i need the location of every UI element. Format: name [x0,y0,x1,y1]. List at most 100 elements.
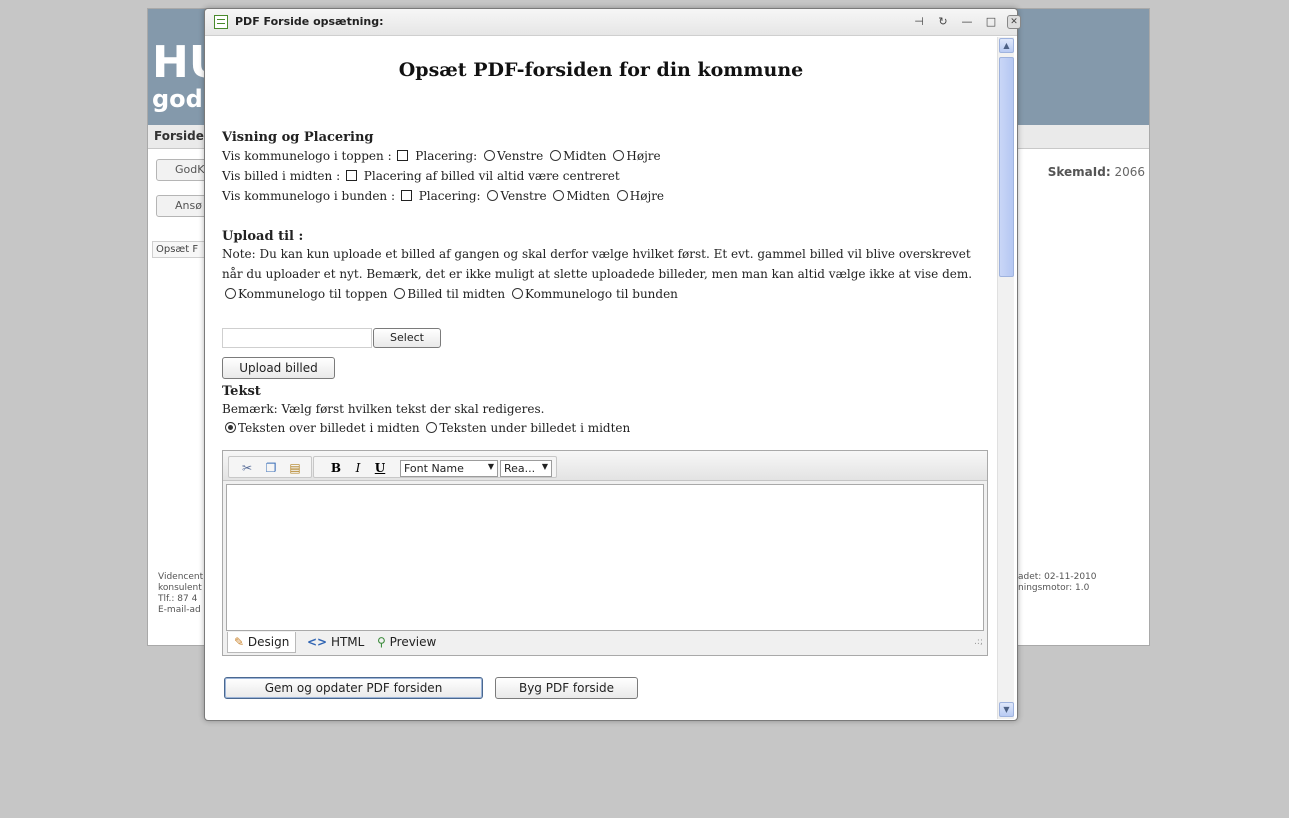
page-heading: Opsæt PDF-forsiden for din kommune [398,59,804,81]
background-link-opsaet[interactable]: Opsæt F [152,241,212,258]
row-logo-bottom-label: Vis kommunelogo i bunden : [222,189,396,203]
tab-preview-label: Preview [389,635,437,649]
toolbar-group-format: B I U Font Name ▼ Rea... ▼ [313,456,557,478]
upload-image-button[interactable]: Upload billed [222,357,335,379]
radio-bottom-center[interactable] [553,190,565,201]
text-target-options: Teksten over billedet i midten Teksten u… [222,421,630,435]
build-pdf-button[interactable]: Byg PDF forside [495,677,638,699]
footer-right-line: adet: 02-11-2010 [1018,572,1097,582]
nav-item-forside[interactable]: Forside [154,129,204,143]
radio-upload-logo-top[interactable] [225,288,236,299]
scroll-down-icon[interactable]: ▼ [999,702,1014,717]
radio-label: Midten [563,149,607,163]
vertical-scrollbar[interactable]: ▲ ▼ [997,37,1014,719]
footer-left-line: Videncent [158,572,204,582]
radio-text-below-image[interactable] [426,422,438,433]
row-image-middle-note: Placering af billed vil altid være centr… [363,169,620,183]
radio-bottom-left[interactable] [487,190,499,201]
maximize-icon[interactable]: □ [983,14,999,30]
code-icon: <> [307,635,328,649]
rich-text-editor: ✂ ❐ ▤ B I U Font Name ▼ Rea... ▼ ✎ Desig… [222,450,988,656]
radio-label: Teksten over billedet i midten [238,421,420,435]
skema-id: SkemaId: 2066 [1048,165,1145,179]
radio-top-left[interactable] [484,150,496,161]
radio-text-above-image[interactable] [225,422,236,433]
font-size-select[interactable]: Rea... ▼ [500,460,552,477]
minimize-icon[interactable]: — [959,14,975,30]
footer-left-line: konsulent [158,583,202,593]
scrollbar-thumb[interactable] [999,57,1014,277]
radio-label: Teksten under billedet i midten [439,421,631,435]
row-image-middle-label: Vis billed i midten : [222,169,341,183]
row-logo-top: Vis kommunelogo i toppen : Placering: Ve… [222,149,661,163]
placement-label: Placering: [418,189,481,203]
paste-icon[interactable]: ▤ [287,460,303,476]
background-button-godk[interactable]: GodK [156,159,211,181]
radio-upload-image-middle[interactable] [394,288,406,299]
text-note: Bemærk: Vælg først hvilken tekst der ska… [222,402,545,416]
pdf-setup-dialog: PDF Forside opsætning: ⊣ ↻ — □ ✕ Opsæt P… [204,8,1021,721]
radio-bottom-right[interactable] [616,190,628,201]
radio-label: Venstre [500,189,547,203]
pencil-icon: ✎ [234,635,245,649]
select-file-button[interactable]: Select [373,328,441,348]
radio-top-right[interactable] [613,150,625,161]
radio-upload-logo-bottom[interactable] [511,288,523,299]
dialog-titlebar[interactable]: PDF Forside opsætning: ⊣ ↻ — □ ✕ [205,9,1021,36]
chevron-down-icon: ▼ [541,462,548,471]
radio-label: Kommunelogo til toppen [238,287,388,301]
cut-icon[interactable]: ✂ [239,460,255,476]
scroll-up-icon[interactable]: ▲ [999,38,1014,53]
background-logo-subtitle: god [152,85,203,113]
checkbox-image-middle[interactable] [345,170,357,181]
section-title-display: Visning og Placering [222,130,374,145]
italic-button[interactable]: I [350,460,366,476]
toolbar-group-clipboard: ✂ ❐ ▤ [228,456,312,478]
radio-label: Billed til midten [407,287,506,301]
radio-label: Højre [626,149,661,163]
chevron-down-icon: ▼ [487,462,494,471]
section-title-text: Tekst [222,384,261,399]
placement-label: Placering: [415,149,478,163]
file-path-input[interactable] [222,328,372,348]
font-name-select[interactable]: Font Name ▼ [400,460,498,477]
footer-left-line: Tlf.: 87 4 [158,594,198,604]
tab-design-label: Design [247,635,290,649]
upload-target-options: Kommunelogo til toppen Billed til midten… [222,287,678,301]
tab-design[interactable]: ✎ Design [227,632,297,653]
magnifier-icon: ⚲ [377,635,386,649]
copy-icon[interactable]: ❐ [263,460,279,476]
background-footer-left: Videncent konsulent Tlf.: 87 4 E-mail-ad [158,572,203,616]
radio-label: Midten [566,189,610,203]
radio-label: Venstre [497,149,544,163]
row-logo-bottom: Vis kommunelogo i bunden : Placering: Ve… [222,189,664,203]
tab-html-label: HTML [330,635,365,649]
close-icon[interactable]: ✕ [1007,15,1021,29]
row-logo-top-label: Vis kommunelogo i toppen : [222,149,392,163]
checkbox-logo-top[interactable] [397,150,409,161]
radio-label: Højre [629,189,665,203]
resize-grip-icon[interactable]: .:; [974,637,983,647]
font-size-value: Rea... [504,462,536,475]
skema-id-label: SkemaId: [1047,165,1111,179]
dialog-title: PDF Forside opsætning: [235,15,384,28]
pin-icon[interactable]: ⊣ [911,14,927,30]
editor-mode-tabs: ✎ Design <> HTML ⚲ Preview .:; [223,631,987,655]
background-footer-right: adet: 02-11-2010 ningsmotor: 1.0 [1018,572,1097,594]
section-title-upload: Upload til : [222,229,304,244]
upload-note-line1: Note: Du kan kun uploade et billed af ga… [222,247,971,261]
background-button-anso[interactable]: Ansø [156,195,211,217]
dialog-content: Opsæt PDF-forsiden for din kommune Visni… [205,37,997,721]
bold-button[interactable]: B [328,460,344,476]
font-name-value: Font Name [404,462,464,475]
upload-note-line2: når du uploader et nyt. Bemærk, det er i… [222,267,973,281]
radio-top-center[interactable] [550,150,562,161]
tab-html[interactable]: <> HTML [301,632,370,653]
tab-preview[interactable]: ⚲ Preview [371,632,442,653]
refresh-icon[interactable]: ↻ [935,14,951,30]
save-update-button[interactable]: Gem og opdater PDF forsiden [224,677,483,699]
checkbox-logo-bottom[interactable] [400,190,412,201]
underline-button[interactable]: U [372,460,388,476]
editor-content-area[interactable] [226,484,984,631]
document-icon [214,15,228,29]
